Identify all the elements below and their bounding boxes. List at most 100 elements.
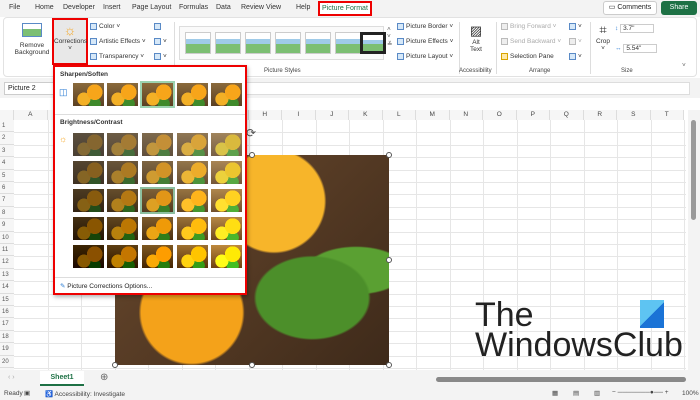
brightness-contrast-preset[interactable] bbox=[107, 217, 138, 240]
column-header[interactable]: Q bbox=[550, 110, 584, 120]
brightness-contrast-preset[interactable] bbox=[177, 161, 208, 184]
sharpen-preset[interactable] bbox=[73, 83, 104, 106]
width-field[interactable]: ↔ 5.54" bbox=[615, 44, 658, 53]
row-header[interactable]: 15 bbox=[0, 293, 14, 306]
brightness-contrast-preset[interactable] bbox=[142, 161, 173, 184]
tab-page-layout[interactable]: Page Layout bbox=[132, 4, 171, 11]
brightness-contrast-preset[interactable] bbox=[73, 217, 104, 240]
picture-border-button[interactable]: Picture Border ˅ bbox=[397, 23, 453, 30]
select-all[interactable] bbox=[0, 110, 14, 120]
row-header[interactable]: 14 bbox=[0, 281, 14, 294]
brightness-contrast-preset[interactable] bbox=[177, 245, 208, 268]
page-layout-view-icon[interactable]: ▤ bbox=[573, 389, 579, 397]
tab-help[interactable]: Help bbox=[296, 4, 310, 11]
brightness-contrast-preset[interactable] bbox=[177, 189, 208, 212]
tab-view[interactable]: View bbox=[266, 4, 281, 11]
column-header[interactable]: L bbox=[382, 110, 416, 120]
brightness-contrast-preset[interactable] bbox=[211, 217, 242, 240]
accessibility-status[interactable]: ♿ Accessibility: Investigate bbox=[45, 390, 125, 398]
column-header[interactable]: O bbox=[483, 110, 517, 120]
row-header[interactable]: 13 bbox=[0, 268, 14, 282]
resize-handle[interactable] bbox=[386, 257, 392, 263]
column-header[interactable]: H bbox=[248, 110, 282, 120]
color-button[interactable]: Color ˅ bbox=[90, 23, 120, 30]
tab-home[interactable]: Home bbox=[35, 4, 54, 11]
row-header[interactable]: 12 bbox=[0, 256, 14, 269]
row-header[interactable]: 11 bbox=[0, 244, 14, 257]
column-header[interactable]: T bbox=[650, 110, 684, 120]
selection-pane-button[interactable]: Selection Pane bbox=[501, 53, 554, 60]
crop-button[interactable]: ⌗ Crop ˅ bbox=[595, 22, 611, 52]
resize-handle[interactable] bbox=[386, 362, 392, 368]
tab-picture-format[interactable]: Picture Format bbox=[318, 1, 372, 16]
tab-developer[interactable]: Developer bbox=[63, 4, 95, 11]
corrections-button[interactable]: ☼ Corrections ˅ bbox=[52, 18, 88, 65]
brightness-contrast-preset[interactable] bbox=[107, 161, 138, 184]
row-header[interactable]: 10 bbox=[0, 231, 14, 244]
height-field[interactable]: ↕ 3.7" bbox=[615, 24, 655, 33]
rotate-handle-icon[interactable]: ⟳ bbox=[246, 126, 256, 140]
gallery-scroll-buttons[interactable]: ˄ ˅ ≚ bbox=[387, 26, 392, 48]
row-header[interactable]: 2 bbox=[0, 132, 14, 145]
picture-style-2[interactable] bbox=[215, 32, 241, 54]
brightness-contrast-preset[interactable] bbox=[107, 189, 138, 212]
scroll-thumb[interactable] bbox=[691, 120, 696, 220]
brightness-contrast-preset[interactable] bbox=[177, 217, 208, 240]
row-header[interactable]: 18 bbox=[0, 330, 14, 344]
picture-style-7[interactable] bbox=[360, 32, 386, 54]
group-button[interactable]: ˅ bbox=[569, 38, 582, 45]
tab-formulas[interactable]: Formulas bbox=[179, 4, 208, 11]
picture-style-1[interactable] bbox=[185, 32, 211, 54]
sheet-nav-arrows[interactable]: ‹ › bbox=[8, 374, 15, 381]
brightness-contrast-preset[interactable] bbox=[211, 133, 242, 156]
row-header[interactable]: 9 bbox=[0, 219, 14, 232]
sharpen-preset[interactable] bbox=[107, 83, 138, 106]
picture-style-4[interactable] bbox=[275, 32, 301, 54]
brightness-contrast-preset[interactable] bbox=[211, 161, 242, 184]
row-header[interactable]: 17 bbox=[0, 318, 14, 331]
brightness-contrast-preset[interactable] bbox=[177, 133, 208, 156]
tab-file[interactable]: File bbox=[9, 4, 20, 11]
row-header[interactable]: 20 bbox=[0, 355, 14, 368]
column-header[interactable]: N bbox=[449, 110, 483, 120]
row-header[interactable]: 6 bbox=[0, 182, 14, 195]
normal-view-icon[interactable]: ▦ bbox=[552, 389, 558, 397]
comments-button[interactable]: ▭ Comments bbox=[603, 1, 657, 15]
row-header[interactable]: 1 bbox=[0, 120, 14, 133]
picture-effects-button[interactable]: Picture Effects ˅ bbox=[397, 38, 453, 45]
column-header[interactable]: A bbox=[14, 110, 48, 120]
resize-handle[interactable] bbox=[249, 362, 255, 368]
sharpen-preset[interactable] bbox=[211, 83, 242, 106]
brightness-contrast-preset[interactable] bbox=[73, 161, 104, 184]
picture-corrections-options[interactable]: ✎ Picture Corrections Options... bbox=[60, 282, 152, 290]
row-header[interactable]: 19 bbox=[0, 343, 14, 356]
compress-pictures-button[interactable] bbox=[154, 23, 163, 30]
send-backward-button[interactable]: Send Backward ˅ bbox=[501, 38, 561, 45]
change-picture-button[interactable]: ˅ bbox=[154, 38, 167, 45]
vertical-scrollbar[interactable] bbox=[688, 110, 700, 370]
collapse-ribbon-icon[interactable]: ˅ bbox=[682, 62, 686, 69]
column-header[interactable]: R bbox=[583, 110, 617, 120]
brightness-contrast-preset[interactable] bbox=[211, 245, 242, 268]
row-header[interactable]: 7 bbox=[0, 194, 14, 207]
row-header[interactable]: 3 bbox=[0, 144, 14, 158]
brightness-contrast-preset[interactable] bbox=[107, 245, 138, 268]
column-header[interactable]: P bbox=[516, 110, 550, 120]
row-header[interactable]: 4 bbox=[0, 157, 14, 170]
rotate-button[interactable]: ˅ bbox=[569, 53, 582, 60]
sharpen-preset[interactable] bbox=[140, 81, 175, 108]
macro-icon[interactable]: ▣ bbox=[24, 389, 30, 397]
picture-style-5[interactable] bbox=[305, 32, 331, 54]
picture-layout-button[interactable]: Picture Layout ˅ bbox=[397, 53, 453, 60]
resize-handle[interactable] bbox=[249, 152, 255, 158]
brightness-contrast-preset[interactable] bbox=[142, 217, 173, 240]
remove-background-button[interactable]: Remove Background bbox=[12, 42, 52, 56]
zoom-slider[interactable]: − ───────●── + bbox=[612, 389, 669, 396]
column-header[interactable]: K bbox=[349, 110, 383, 120]
brightness-contrast-preset[interactable] bbox=[73, 189, 104, 212]
column-header[interactable]: J bbox=[315, 110, 349, 120]
brightness-contrast-preset[interactable] bbox=[140, 187, 175, 214]
align-button[interactable]: ˅ bbox=[569, 23, 582, 30]
resize-handle[interactable] bbox=[386, 152, 392, 158]
tab-data[interactable]: Data bbox=[216, 4, 231, 11]
